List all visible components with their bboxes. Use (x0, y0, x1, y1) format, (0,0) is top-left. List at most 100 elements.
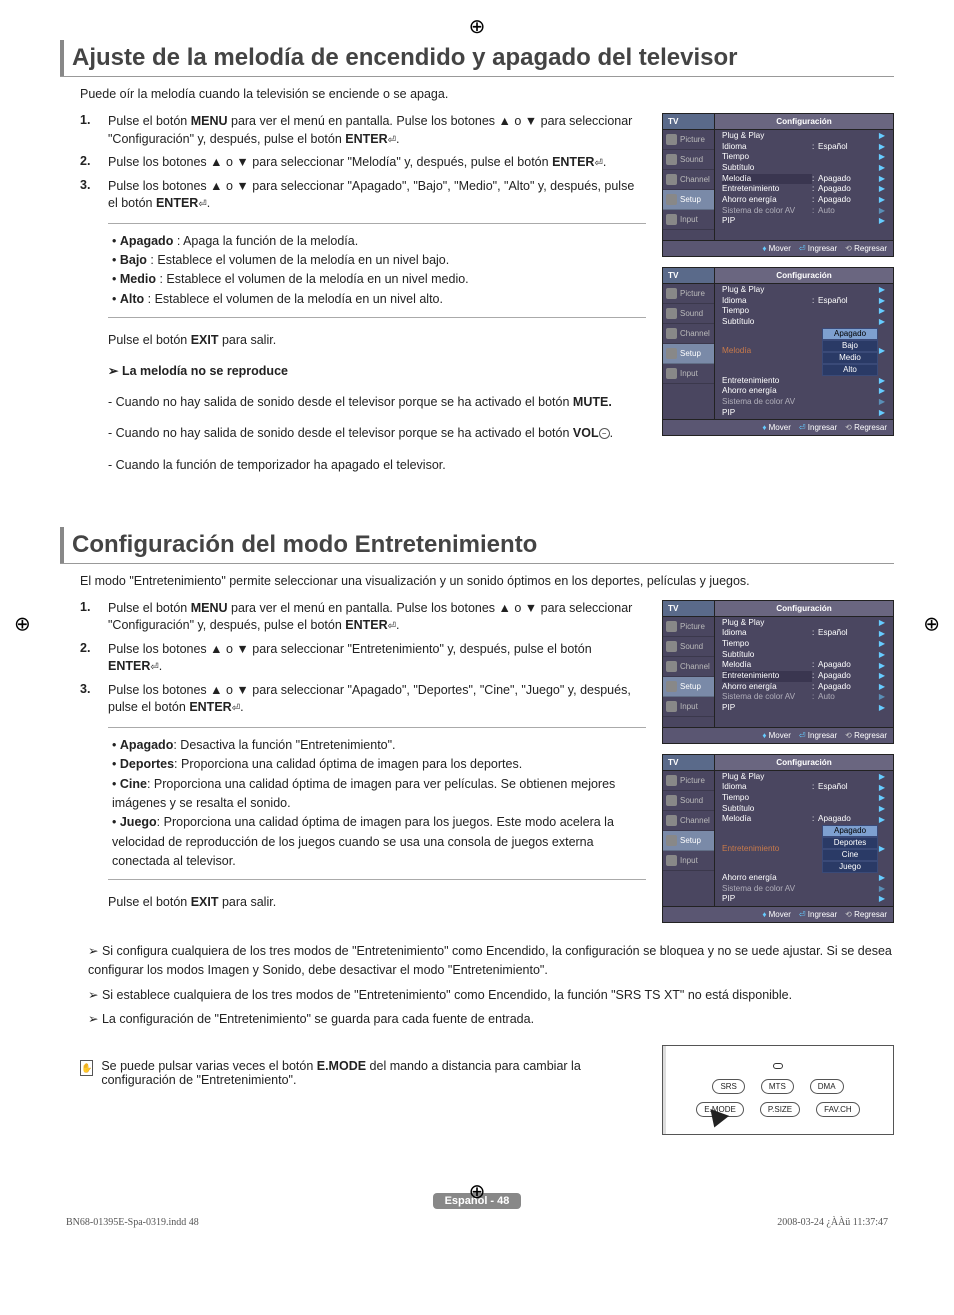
osd-row: Ahorro energía.▶ (716, 873, 892, 884)
osd-option: Medio (822, 352, 878, 364)
osd-footer: MoverIngresarRegresar (663, 906, 893, 922)
no-play-item: Cuando la función de temporizador ha apa… (108, 456, 646, 475)
osd-tab: Sound (663, 637, 714, 657)
remote-button-psize: P.SIZE (760, 1102, 800, 1117)
osd-title: Configuración (715, 268, 893, 284)
osd-row: Tiempo.▶ (716, 639, 892, 650)
osd-tab: Channel (663, 324, 714, 344)
osd-row: PIP.▶ (716, 408, 892, 419)
osd-tab-icon (666, 214, 677, 225)
enter-icon: ⏎ (594, 158, 602, 169)
osd-tab-icon (666, 795, 677, 806)
osd-tab: Sound (663, 791, 714, 811)
osd-row: IdiomaEspañol▶ (716, 782, 892, 793)
osd-tab-icon (666, 621, 677, 632)
exit-line: Pulse el botón EXIT para salir. (108, 331, 646, 350)
osd-tab-icon (666, 174, 677, 185)
osd-tab-icon (666, 348, 677, 359)
osd-row: PIP.▶ (716, 216, 892, 227)
osd-tab: Channel (663, 657, 714, 677)
remote-control-illustration: SRS MTS DMA E.MODE P.SIZE FAV.CH (662, 1045, 894, 1135)
osd-tab-icon (666, 154, 677, 165)
osd-source: TV (663, 114, 715, 130)
osd-row: PIP.▶ (716, 894, 892, 905)
osd-row: MelodíaApagadoBajoMedioAlto▶ (716, 328, 892, 376)
osd-row: Plug & Play.▶ (716, 772, 892, 783)
remote-button-srs: SRS (712, 1079, 744, 1094)
osd-footer: MoverIngresarRegresar (663, 240, 893, 256)
osd-row: Ahorro energíaApagado▶ (716, 195, 892, 206)
osd-tab-icon (666, 681, 677, 692)
exit-line: Pulse el botón EXIT para salir. (108, 893, 646, 912)
registration-mark-icon: ⊕ (469, 14, 486, 39)
notes-list: Si configura cualquiera de los tres modo… (88, 942, 894, 1029)
step-text: Pulse el botón MENU para ver el menú en … (108, 600, 646, 635)
step-num: 1. (80, 113, 108, 148)
osd-row: Ahorro energía.▶ (716, 386, 892, 397)
step-text: Pulse el botón MENU para ver el menú en … (108, 113, 646, 148)
osd-row: MelodíaApagado▶ (716, 660, 892, 671)
osd-row: Plug & Play.▶ (716, 618, 892, 629)
osd-tab: Setup (663, 190, 714, 210)
osd-row: Sistema de color AV.▶ (716, 397, 892, 408)
remote-note: Se puede pulsar varias veces el botón E.… (101, 1059, 650, 1087)
osd-tab: Setup (663, 677, 714, 697)
osd-row: Ahorro energíaApagado▶ (716, 682, 892, 693)
osd-row: Subtítulo.▶ (716, 317, 892, 328)
osd-row: Subtítulo.▶ (716, 804, 892, 815)
osd-row: EntretenimientoApagadoDeportesCineJuego▶ (716, 825, 892, 873)
vol-down-icon: − (599, 428, 610, 439)
osd-row: Tiempo.▶ (716, 793, 892, 804)
no-play-title: La melodía no se reproduce (108, 362, 646, 381)
step-text: Pulse los botones ▲ o ▼ para seleccionar… (108, 154, 646, 172)
osd-tab: Setup (663, 344, 714, 364)
osd-tabs: PictureSoundChannelSetupInput (663, 771, 715, 906)
osd-row: Sistema de color AVAuto▶ (716, 206, 892, 217)
osd-tab-icon (666, 775, 677, 786)
osd-tabs: PictureSoundChannelSetupInput (663, 130, 715, 240)
osd-row: IdiomaEspañol▶ (716, 296, 892, 307)
print-footer: BN68-01395E-Spa-0319.indd 48 2008-03-24 … (60, 1217, 894, 1228)
osd-row: EntretenimientoApagado▶ (716, 184, 892, 195)
step-num: 2. (80, 641, 108, 676)
osd-tab-icon (666, 288, 677, 299)
enter-icon: ⏎ (198, 199, 206, 210)
step-num: 3. (80, 682, 108, 717)
step-text: Pulse los botones ▲ o ▼ para seleccionar… (108, 682, 646, 717)
osd-panel-config-entertainment-options: TVConfiguraciónPictureSoundChannelSetupI… (662, 754, 894, 923)
osd-tab: Picture (663, 617, 714, 637)
intro-melody: Puede oír la melodía cuando la televisió… (60, 87, 894, 101)
osd-tab: Sound (663, 150, 714, 170)
osd-panel-config-melody: TVConfiguraciónPictureSoundChannelSetupI… (662, 113, 894, 257)
footer-left: BN68-01395E-Spa-0319.indd 48 (66, 1217, 199, 1228)
osd-title: Configuración (715, 755, 893, 771)
osd-tab: Input (663, 851, 714, 871)
osd-tab: Setup (663, 831, 714, 851)
osd-option: Bajo (822, 340, 878, 352)
osd-tab: Channel (663, 811, 714, 831)
osd-row: Entretenimiento.▶ (716, 376, 892, 387)
osd-row: MelodíaApagado▶ (716, 814, 892, 825)
enter-icon: ⏎ (388, 135, 396, 146)
osd-option: Alto (822, 364, 878, 376)
osd-tab: Channel (663, 170, 714, 190)
no-play-item: Cuando no hay salida de sonido desde el … (108, 424, 646, 443)
enter-icon: ⏎ (232, 703, 240, 714)
osd-tab: Picture (663, 130, 714, 150)
no-play-item: Cuando no hay salida de sonido desde el … (108, 393, 646, 412)
osd-option: Deportes (822, 837, 878, 849)
section-melody: Ajuste de la melodía de encendido y apag… (60, 40, 894, 487)
osd-panel-config-melody-options: TVConfiguraciónPictureSoundChannelSetupI… (662, 267, 894, 436)
osd-row: IdiomaEspañol▶ (716, 628, 892, 639)
osd-tab-icon (666, 641, 677, 652)
osd-tab-icon (666, 701, 677, 712)
osd-row: Plug & Play.▶ (716, 131, 892, 142)
osd-title: Configuración (715, 114, 893, 130)
registration-mark-icon: ⊕ (469, 1179, 486, 1204)
note-item: Si establece cualquiera de los tres modo… (88, 986, 894, 1005)
options-box: Apagado : Apaga la función de la melodía… (108, 223, 646, 319)
osd-tab: Input (663, 697, 714, 717)
osd-tab-icon (666, 328, 677, 339)
osd-row: Tiempo.▶ (716, 306, 892, 317)
osd-rows: Plug & Play.▶IdiomaEspañol▶Tiempo.▶Subtí… (715, 617, 893, 727)
